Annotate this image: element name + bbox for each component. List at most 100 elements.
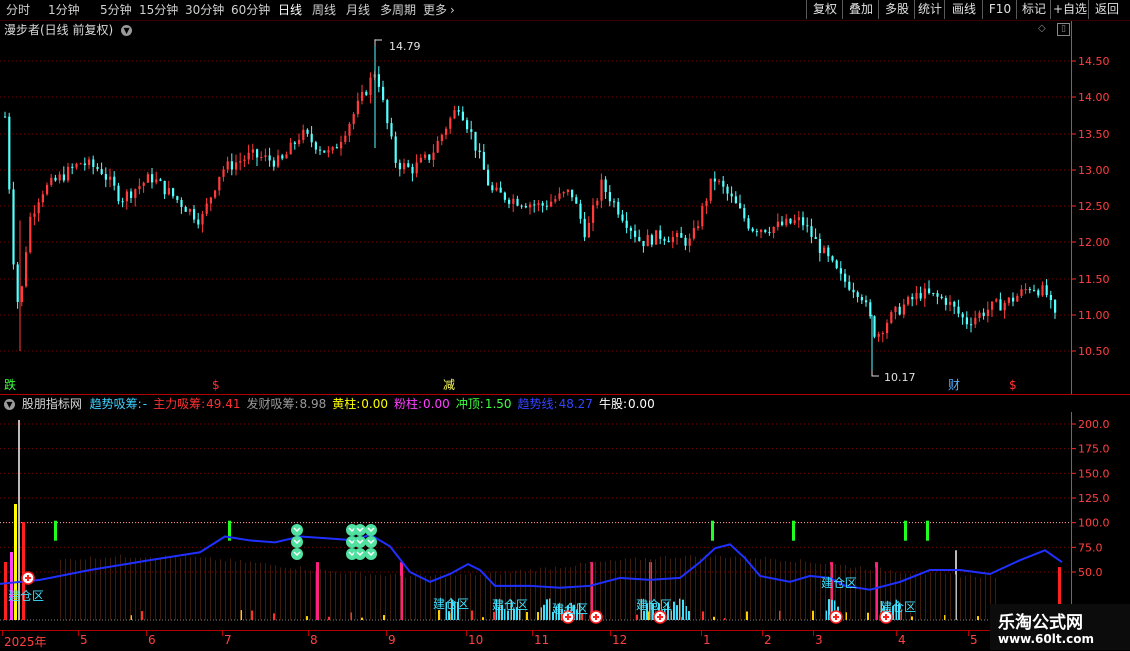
candle: [583, 211, 586, 241]
candle: [516, 195, 519, 207]
dot-band: [785, 560, 786, 620]
dot-band: [280, 567, 281, 620]
small-bar: [361, 617, 363, 620]
tab-monthly[interactable]: 月线: [346, 2, 370, 18]
candle: [642, 240, 645, 253]
candle: [663, 236, 666, 245]
dot-band: [675, 557, 676, 620]
draw-line-button[interactable]: 画线: [944, 0, 983, 19]
indicator-menu-icon[interactable]: ▼: [4, 399, 15, 410]
candle: [205, 197, 208, 217]
small-bar: [526, 612, 528, 620]
tab-multi-period[interactable]: 多周期: [380, 2, 416, 18]
time-label: 10: [468, 633, 484, 647]
candle: [785, 214, 788, 228]
tab-daily[interactable]: 日线: [278, 2, 302, 18]
dot-band: [825, 563, 826, 620]
back-button[interactable]: 返回: [1088, 0, 1125, 19]
candle: [172, 187, 175, 199]
tab-5min[interactable]: 5分钟: [100, 2, 132, 18]
tab-15min[interactable]: 15分钟: [139, 2, 178, 18]
candle: [1037, 288, 1040, 298]
dot-band: [180, 558, 181, 620]
candle: [306, 128, 309, 137]
candle: [193, 204, 196, 224]
tab-fenshi[interactable]: 分时: [6, 2, 30, 18]
dot-band: [510, 572, 511, 620]
restore-rights-button[interactable]: 复权: [806, 0, 843, 19]
dot-band: [410, 575, 411, 620]
marker-dollar-1: $: [212, 378, 220, 392]
candle: [277, 149, 280, 168]
candlestick-chart[interactable]: 14.50 14.00 13.50 13.00 12.50 12.00 11.50 11.00…: [0, 21, 1130, 395]
tab-1min[interactable]: 1分钟: [48, 2, 80, 18]
add-watchlist-button[interactable]: +自选: [1050, 0, 1089, 19]
candle: [88, 156, 91, 169]
candle: [251, 143, 254, 160]
chevron-double-icon: [354, 548, 366, 560]
time-label: 5: [80, 633, 88, 647]
indicator-param-label: 黄柱:: [332, 397, 361, 411]
dot-band: [765, 556, 766, 620]
dot-band: [685, 556, 686, 620]
candle: [449, 116, 452, 134]
dot-band: [535, 571, 536, 620]
candle: [890, 310, 893, 325]
candle: [218, 176, 221, 196]
dot-band: [260, 562, 261, 620]
candle: [713, 171, 716, 191]
cyan-column: [673, 601, 675, 620]
small-bar: [702, 611, 704, 620]
dot-band: [135, 557, 136, 620]
candle: [155, 171, 158, 185]
indicator-chart[interactable]: 建仓区建仓区 建仓区 建仓区 建仓区建仓区建仓区 200.0175.0150.0125…: [0, 412, 1130, 630]
overlay-button[interactable]: 叠加: [842, 0, 879, 19]
candle: [176, 195, 179, 204]
dot-band: [165, 555, 166, 620]
dot-band: [285, 567, 286, 620]
candle: [928, 280, 931, 295]
small-bar: [383, 615, 385, 620]
statistics-button[interactable]: 统计: [914, 0, 945, 19]
candle: [499, 181, 502, 193]
pink-bar: [316, 562, 319, 620]
candle: [508, 197, 511, 209]
small-bar: [746, 611, 748, 620]
candle: [293, 140, 296, 150]
tab-weekly[interactable]: 周线: [312, 2, 336, 18]
build-zone-label: 建仓区: [821, 576, 857, 590]
candle: [419, 154, 422, 164]
candle: [835, 259, 838, 270]
dot-band: [405, 577, 406, 620]
candle: [659, 225, 662, 245]
dot-band: [820, 564, 821, 620]
price-tick: 13.50: [1078, 128, 1110, 141]
marker-reduce: 减: [443, 378, 455, 392]
candle: [965, 311, 968, 329]
tab-more[interactable]: 更多: [423, 2, 447, 18]
multi-stock-button[interactable]: 多股: [878, 0, 915, 19]
candle: [167, 180, 170, 196]
candle: [230, 153, 233, 176]
candle: [377, 66, 380, 93]
dot-band: [975, 577, 976, 620]
dot-band: [550, 569, 551, 620]
tab-30min[interactable]: 30分钟: [185, 2, 224, 18]
candle: [617, 198, 620, 218]
candle: [566, 189, 569, 196]
price-tick: 11.50: [1078, 273, 1110, 286]
mark-button[interactable]: 标记: [1016, 0, 1051, 19]
more-arrow-icon[interactable]: ›: [450, 2, 455, 18]
dot-band: [225, 561, 226, 620]
dot-band: [770, 558, 771, 620]
candle: [646, 229, 649, 247]
candle: [188, 208, 191, 216]
candle: [823, 245, 826, 254]
candle: [1049, 290, 1052, 309]
tab-60min[interactable]: 60分钟: [231, 2, 270, 18]
candle: [1012, 292, 1015, 307]
watermark: 乐淘公式网 www.60lt.com: [990, 604, 1130, 650]
candle: [445, 126, 448, 140]
f10-button[interactable]: F10: [982, 0, 1017, 19]
indicator-name[interactable]: 股朋指标网: [22, 397, 82, 411]
